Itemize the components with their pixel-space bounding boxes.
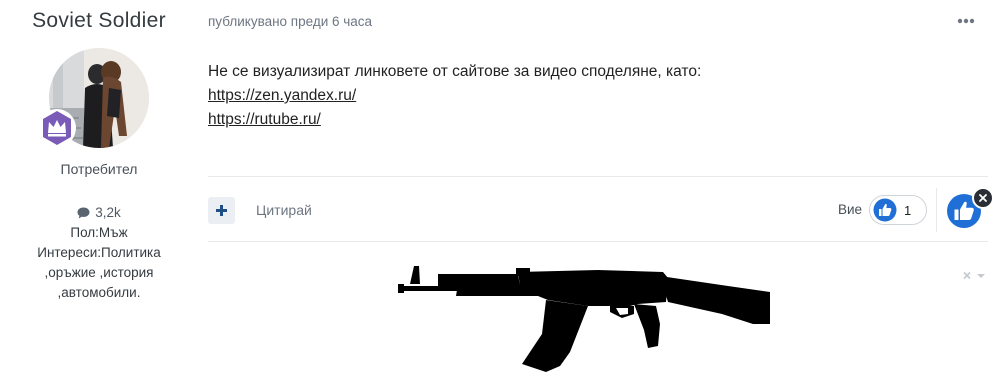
author-interests-2: ,оръжие ,история [44,265,154,280]
author-role: Потребител [60,161,138,177]
comment-icon [77,207,90,219]
author-gender: Пол:Мъж [70,225,128,240]
author-name[interactable]: Soviet Soldier [0,9,198,33]
multiquote-button[interactable] [208,197,235,224]
divider [208,176,988,177]
crown-icon [37,108,77,148]
post-count[interactable]: 3,2k [0,203,198,223]
remove-reaction-button[interactable] [972,187,994,209]
post-timestamp[interactable]: публикувано преди 6 часа [208,14,372,29]
post-link-rutube[interactable]: https://rutube.ru/ [208,108,701,132]
close-icon [979,194,987,202]
divider [208,241,988,242]
post-count-value: 3,2k [95,205,121,220]
reaction-summary[interactable]: 1 [869,195,927,225]
reaction-count: 1 [904,202,912,218]
quote-button[interactable]: Цитирай [256,202,312,218]
post-content: Не се визуализират линковете от сайтове … [208,60,701,132]
rifle-icon [398,262,773,374]
post-text: Не се визуализират линковете от сайтове … [208,63,702,80]
author-stats: 3,2k Пол:Мъж Интереси:Политика ,оръжие ,… [0,203,198,303]
reaction-you-label[interactable]: Вие [838,202,862,217]
more-options-icon[interactable] [955,14,977,26]
author-interests-1: Интереси:Политика [37,245,161,260]
like-icon [873,198,897,222]
divider [936,188,937,232]
signature-options-icon[interactable] [962,269,990,281]
author-interests-3: ,автомобили. [57,285,141,300]
plus-icon [216,205,227,216]
post-link-zen[interactable]: https://zen.yandex.ru/ [208,84,701,108]
avatar-container[interactable] [38,48,149,148]
